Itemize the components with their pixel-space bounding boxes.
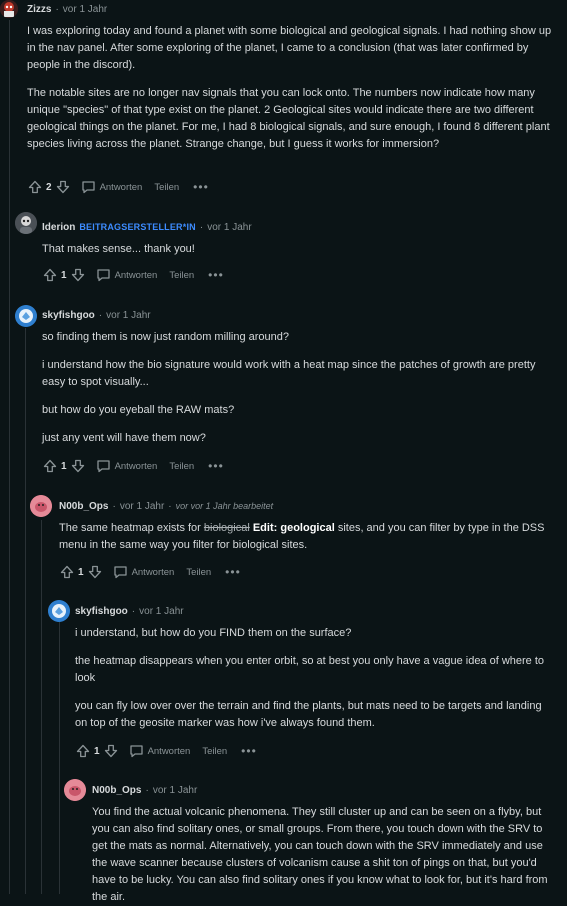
avatar[interactable] xyxy=(64,779,86,801)
comment-body: That makes sense... thank you! xyxy=(42,241,552,258)
comment-body: so finding them is now just random milli… xyxy=(42,329,557,447)
downvote-icon[interactable] xyxy=(55,179,71,195)
more-options-icon[interactable]: ••• xyxy=(193,180,209,194)
downvote-icon[interactable] xyxy=(103,743,119,759)
upvote-icon[interactable] xyxy=(42,458,58,474)
edit-label: Edit xyxy=(252,522,274,534)
comment-bubble-icon xyxy=(81,179,97,195)
share-button[interactable]: Teilen xyxy=(202,746,227,757)
comment-body: i understand, but how do you FIND them o… xyxy=(75,625,555,732)
timestamp[interactable]: vor 1 Jahr xyxy=(63,4,107,15)
more-options-icon[interactable]: ••• xyxy=(208,459,224,473)
comment-bubble-icon xyxy=(113,564,129,580)
timestamp[interactable]: vor 1 Jahr xyxy=(207,222,251,233)
comment-meta: skyfishgoo · vor 1 Jahr xyxy=(42,309,151,321)
comment-paragraph: but how do you eyeball the RAW mats? xyxy=(42,404,235,416)
comment-bubble-icon xyxy=(129,743,145,759)
comment-meta: skyfishgoo · vor 1 Jahr xyxy=(75,605,184,617)
avatar[interactable] xyxy=(30,495,52,517)
thread-line[interactable] xyxy=(59,622,60,894)
timestamp[interactable]: vor 1 Jahr xyxy=(139,606,183,617)
vote-score: 1 xyxy=(78,566,84,578)
comment-paragraph: i understand how the bio signature would… xyxy=(42,359,536,388)
reply-button[interactable]: Antworten xyxy=(81,179,142,195)
thread-line[interactable] xyxy=(9,20,10,894)
author-name[interactable]: Zizzs xyxy=(27,4,51,15)
vote-score: 1 xyxy=(94,745,100,757)
downvote-icon[interactable] xyxy=(87,564,103,580)
comment-meta: Zizzs · vor 1 Jahr xyxy=(27,3,108,15)
reply-button[interactable]: Antworten xyxy=(113,564,174,580)
author-name[interactable]: skyfishgoo xyxy=(75,606,128,617)
comment-paragraph: i understand, but how do you FIND them o… xyxy=(75,627,352,639)
author-name[interactable]: skyfishgoo xyxy=(42,310,95,321)
author-name[interactable]: N00b_Ops xyxy=(59,501,108,512)
upvote-icon[interactable] xyxy=(42,267,58,283)
avatar[interactable] xyxy=(0,0,18,18)
share-button[interactable]: Teilen xyxy=(186,567,211,578)
timestamp[interactable]: vor 1 Jahr xyxy=(106,310,150,321)
reply-button[interactable]: Antworten xyxy=(96,267,157,283)
comment-paragraph: The notable sites are no longer nav sign… xyxy=(27,87,550,150)
author-name[interactable]: N00b_Ops xyxy=(92,785,141,796)
more-options-icon[interactable]: ••• xyxy=(208,268,224,282)
comment-paragraph: you can fly low over over the terrain an… xyxy=(75,700,542,729)
comment-actions: 1 Antworten Teilen ••• xyxy=(75,742,257,760)
comment-actions: 1 Antworten Teilen ••• xyxy=(42,457,224,475)
upvote-icon[interactable] xyxy=(27,179,43,195)
upvote-icon[interactable] xyxy=(59,564,75,580)
reply-button[interactable]: Antworten xyxy=(129,743,190,759)
comment-actions: 1 Antworten Teilen ••• xyxy=(59,563,241,581)
avatar[interactable] xyxy=(48,600,70,622)
comment-meta: N00b_Ops · vor 1 Jahr · vor vor 1 Jahr b… xyxy=(59,500,274,512)
more-options-icon[interactable]: ••• xyxy=(241,744,257,758)
reply-button[interactable]: Antworten xyxy=(96,458,157,474)
downvote-icon[interactable] xyxy=(70,267,86,283)
comment-paragraph: just any vent will have them now? xyxy=(42,432,206,444)
edited-label: vor vor 1 Jahr bearbeitet xyxy=(175,501,274,511)
share-button[interactable]: Teilen xyxy=(169,461,194,472)
upvote-icon[interactable] xyxy=(75,743,91,759)
comment-body: You find the actual volcanic phenomena. … xyxy=(92,804,552,906)
comment-bubble-icon xyxy=(96,458,112,474)
avatar[interactable] xyxy=(15,212,37,234)
comment-meta: Iderion BEITRAGSERSTELLER*IN · vor 1 Jah… xyxy=(42,221,252,233)
comment-body: The same heatmap exists for biological E… xyxy=(59,520,557,554)
comment-meta: N00b_Ops · vor 1 Jahr xyxy=(92,784,198,796)
strikethrough-text: biological xyxy=(203,522,250,534)
comment-paragraph: You find the actual volcanic phenomena. … xyxy=(92,806,548,903)
comment-actions: 2 Antworten Teilen ••• xyxy=(27,178,209,196)
downvote-icon[interactable] xyxy=(70,458,86,474)
op-badge: BEITRAGSERSTELLER*IN xyxy=(79,222,196,232)
vote-score: 1 xyxy=(61,460,67,472)
vote-score: 2 xyxy=(46,181,52,193)
comment-paragraph: the heatmap disappears when you enter or… xyxy=(75,655,545,684)
author-name[interactable]: Iderion xyxy=(42,222,75,233)
bold-text: geological xyxy=(280,522,335,534)
thread-line[interactable] xyxy=(25,328,26,894)
timestamp[interactable]: vor 1 Jahr xyxy=(120,501,164,512)
more-options-icon[interactable]: ••• xyxy=(225,565,241,579)
thread-line[interactable] xyxy=(41,520,42,894)
timestamp[interactable]: vor 1 Jahr xyxy=(153,785,197,796)
comment-paragraph: That makes sense... thank you! xyxy=(42,243,195,255)
comment-body: I was exploring today and found a planet… xyxy=(27,23,552,153)
avatar[interactable] xyxy=(15,305,37,327)
share-button[interactable]: Teilen xyxy=(169,270,194,281)
comment-paragraph: so finding them is now just random milli… xyxy=(42,331,290,343)
comment-paragraph: I was exploring today and found a planet… xyxy=(27,25,552,71)
comment-paragraph: The same heatmap exists for biological E… xyxy=(59,522,545,551)
comment-bubble-icon xyxy=(96,267,112,283)
share-button[interactable]: Teilen xyxy=(154,182,179,193)
vote-score: 1 xyxy=(61,269,67,281)
comment-actions: 1 Antworten Teilen ••• xyxy=(42,266,224,284)
